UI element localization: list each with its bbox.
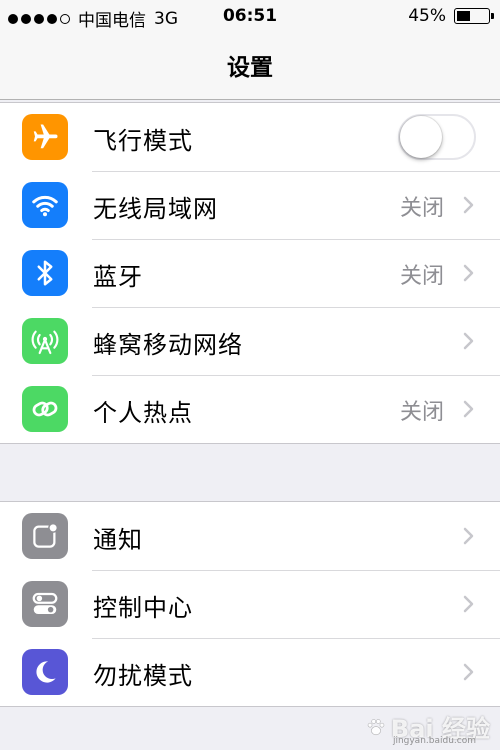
settings-row-value: 关闭 (399, 400, 444, 425)
airplane-icon (22, 114, 68, 160)
settings-row-label: 个人热点 (93, 399, 193, 427)
chevron-right-icon (463, 196, 474, 214)
settings-row-label: 无线局域网 (93, 195, 218, 223)
cellular-icon (22, 318, 68, 364)
control-center-icon (22, 581, 68, 627)
navigation-bar: 设置 (0, 34, 500, 100)
page-title: 设置 (227, 55, 273, 81)
watermark-subtext: jingyan.baidu.com (392, 736, 476, 746)
settings-row-personal-hotspot[interactable]: 个人热点 关闭 (0, 375, 500, 443)
settings-row-do-not-disturb[interactable]: 勿扰模式 (0, 638, 500, 706)
settings-row-label: 勿扰模式 (93, 662, 193, 690)
settings-row-label: 通知 (93, 526, 143, 554)
settings-row-label: 控制中心 (93, 594, 193, 622)
settings-group-connectivity: 飞行模式 无线局域网 关闭 蓝牙 关闭 蜂窝移动网络 个人热点 关闭 (0, 102, 500, 444)
status-bar: 中国电信 3G 06:51 45% (0, 0, 500, 34)
watermark: Bai 经验 jingyan.baidu.com (365, 709, 490, 746)
settings-row-label: 蓝牙 (93, 263, 143, 291)
settings-row-cellular[interactable]: 蜂窝移动网络 (0, 307, 500, 375)
chevron-right-icon (463, 595, 474, 613)
battery-icon (454, 8, 494, 24)
paw-icon (367, 718, 385, 735)
settings-row-wifi[interactable]: 无线局域网 关闭 (0, 171, 500, 239)
chevron-right-icon (463, 264, 474, 282)
settings-row-label: 飞行模式 (93, 127, 193, 155)
moon-icon (22, 649, 68, 695)
chevron-right-icon (463, 663, 474, 681)
settings-row-control-center[interactable]: 控制中心 (0, 570, 500, 638)
hotspot-icon (22, 386, 68, 432)
settings-row-notifications[interactable]: 通知 (0, 502, 500, 570)
settings-row-value: 关闭 (399, 264, 444, 289)
bluetooth-icon (22, 250, 68, 296)
battery-percent: 45% (408, 6, 446, 26)
wifi-icon (22, 182, 68, 228)
toggle-knob (400, 116, 442, 158)
settings-row-label: 蜂窝移动网络 (93, 331, 243, 359)
settings-row-value: 关闭 (399, 196, 444, 221)
notifications-icon (22, 513, 68, 559)
airplane-mode-toggle[interactable] (398, 114, 476, 160)
chevron-right-icon (463, 332, 474, 350)
chevron-right-icon (463, 400, 474, 418)
status-right: 45% (408, 6, 494, 26)
settings-row-airplane-mode: 飞行模式 (0, 103, 500, 171)
chevron-right-icon (463, 527, 474, 545)
settings-row-bluetooth[interactable]: 蓝牙 关闭 (0, 239, 500, 307)
settings-group-system: 通知 控制中心 勿扰模式 (0, 501, 500, 707)
